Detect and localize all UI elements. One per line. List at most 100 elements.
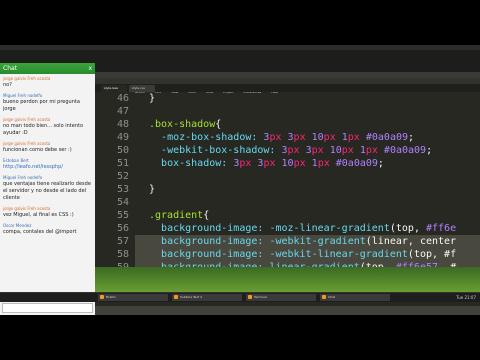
- code-line-selected: background-image: -webkit-linear-gradien…: [135, 248, 480, 261]
- token-property: background-image:: [161, 249, 264, 260]
- token-function: -webkit-linear-gradient: [269, 249, 408, 260]
- token-color: #0a0a09: [335, 158, 378, 169]
- task-label: Sublime Text 2: [180, 295, 203, 299]
- taskbar-item[interactable]: Sublime Text 2: [172, 294, 242, 301]
- line-number: 58: [116, 249, 129, 260]
- token-brace: {: [203, 210, 210, 221]
- token-number: 10: [311, 132, 324, 143]
- chat-input[interactable]: [2, 303, 93, 313]
- token-selector: .gradient: [149, 210, 204, 221]
- token-property: background-image:: [161, 223, 264, 234]
- line-number: 55: [116, 210, 129, 221]
- line-number: 57: [116, 236, 129, 247]
- taskbar-item[interactable]: Firefox: [98, 294, 168, 301]
- line-number: 54: [116, 197, 129, 208]
- message-text: que ventajas tiene realizarlo desde el s…: [3, 181, 91, 201]
- task-label: Terminal: [254, 295, 267, 299]
- screen: Chat x jorge galvis Freh acosta no? Migu…: [0, 45, 480, 315]
- taskbar: Firefox Sublime Text 2 Terminal Chat Tue…: [0, 292, 480, 302]
- chat-message: jorge galvis Freh acosta funcionan como …: [3, 141, 92, 154]
- token-brace: {: [215, 119, 222, 130]
- chat-panel: Chat x jorge galvis Freh acosta no? Migu…: [0, 63, 95, 315]
- chat-message: jorge galvis Freh acosta no man todo bie…: [3, 117, 92, 137]
- token-unit: px: [347, 132, 360, 143]
- line-number: 49: [116, 132, 129, 143]
- token-semicolon: ;: [377, 158, 384, 169]
- code-line: -webkit-box-shadow: 3px 3px 10px 1px #0a…: [149, 144, 432, 157]
- token-args: (top, #f: [407, 249, 457, 260]
- token-unit: px: [311, 145, 324, 156]
- desktop-wallpaper: [95, 267, 480, 292]
- message-text: vez Miguel, al final es CSS :): [3, 212, 74, 218]
- top-panel: [0, 45, 480, 50]
- close-icon[interactable]: x: [88, 63, 92, 74]
- app-icon: [174, 295, 178, 299]
- chat-message: Miguel Freh nodelfo bueno perdon por mi …: [3, 93, 92, 113]
- token-unit: px: [341, 145, 354, 156]
- token-property: -webkit-box-shadow:: [161, 145, 276, 156]
- code-line: background-image: -moz-linear-gradient(t…: [149, 222, 456, 235]
- tab-bar: style.less style.css: [95, 84, 480, 92]
- message-link[interactable]: http://leafo.net/lessphp/: [3, 164, 92, 171]
- token-unit: px: [323, 132, 336, 143]
- token-unit: px: [293, 132, 306, 143]
- status-bar: [95, 306, 480, 315]
- tab-style-less[interactable]: style.less: [101, 85, 127, 92]
- token-semicolon: ;: [426, 145, 433, 156]
- app-icon: [248, 295, 252, 299]
- tab-style-css[interactable]: style.css: [129, 85, 155, 92]
- chat-messages: jorge galvis Freh acosta no? Miguel Freh…: [3, 76, 92, 301]
- chat-title: Chat: [3, 65, 18, 72]
- message-text: bueno perdon por mi pregunta jorge: [3, 99, 80, 112]
- token-property: box-shadow:: [161, 158, 228, 169]
- token-brace: }: [149, 93, 156, 104]
- token-args: (top,: [389, 223, 426, 234]
- chat-message: jorge galvis Freh acosta no?: [3, 76, 92, 89]
- token-brace: }: [149, 184, 156, 195]
- token-unit: px: [239, 158, 252, 169]
- line-number: 56: [116, 223, 129, 234]
- code-line: .gradient{: [149, 209, 209, 222]
- token-semicolon: ;: [408, 132, 415, 143]
- token-unit: px: [365, 145, 378, 156]
- line-number: 47: [116, 106, 129, 117]
- token-function: -webkit-gradient: [269, 236, 366, 247]
- code-line: box-shadow: 3px 3px 10px 1px #0a0a09;: [149, 157, 384, 170]
- message-text: compa, contales del @import: [3, 229, 77, 235]
- chat-header: Chat x: [0, 63, 95, 74]
- line-number: 52: [116, 171, 129, 182]
- clock[interactable]: Tue 21:07: [456, 294, 476, 301]
- token-unit: px: [317, 158, 330, 169]
- token-unit: px: [263, 158, 276, 169]
- token-property: -moz-box-shadow:: [161, 132, 258, 143]
- token-unit: px: [269, 132, 282, 143]
- token-number: 10: [281, 158, 294, 169]
- code-line: -moz-box-shadow: 3px 3px 10px 1px #0a0a0…: [149, 131, 414, 144]
- app-icon: [322, 295, 326, 299]
- message-text: no man todo bien... solo intento ayudar …: [3, 123, 84, 136]
- line-number: 50: [116, 145, 129, 156]
- code-line: }: [149, 183, 155, 196]
- token-selector: .box-shadow: [149, 119, 216, 130]
- token-color: #ff6e: [425, 223, 457, 234]
- message-text: no?: [3, 82, 12, 88]
- line-number: 48: [116, 119, 129, 130]
- code-line-selected: background-image: -webkit-gradient(linea…: [135, 235, 480, 248]
- token-function: -moz-linear-gradient: [269, 223, 390, 234]
- token-color: #0a0a09: [365, 132, 409, 143]
- message-text: funcionan como debe ser :): [3, 147, 72, 153]
- code-line: }: [149, 92, 155, 105]
- taskbar-item[interactable]: Chat: [320, 294, 390, 301]
- chat-message: Oscar Mendez compa, contales del @import: [3, 223, 92, 236]
- token-unit: px: [293, 158, 306, 169]
- token-number: 10: [329, 145, 342, 156]
- code-line: .box-shadow{: [149, 118, 221, 131]
- token-property: background-image:: [161, 236, 264, 247]
- chat-message: jorge galvis Freh acosta vez Miguel, al …: [3, 206, 92, 219]
- token-unit: px: [287, 145, 300, 156]
- line-number: 53: [116, 184, 129, 195]
- taskbar-item[interactable]: Terminal: [246, 294, 316, 301]
- app-icon: [100, 295, 104, 299]
- chat-message: Miguel Freh nodelfo que ventajas tiene r…: [3, 175, 92, 202]
- task-label: Firefox: [106, 295, 116, 299]
